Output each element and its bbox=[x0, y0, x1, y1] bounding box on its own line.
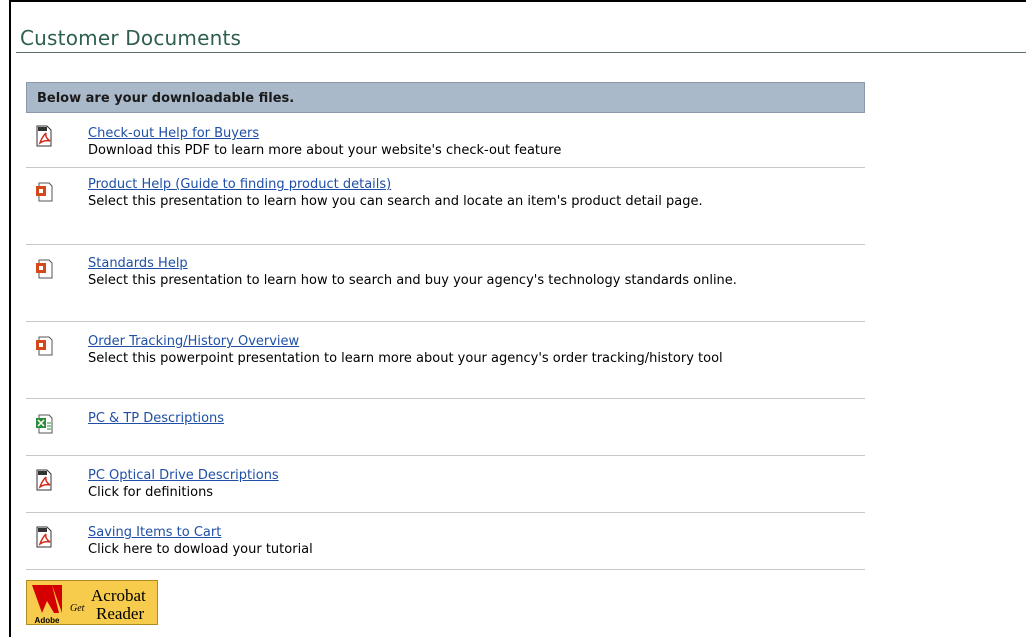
document-row: PC & TP Descriptions bbox=[26, 399, 865, 456]
document-link[interactable]: Check-out Help for Buyers bbox=[88, 125, 561, 142]
document-link[interactable]: Order Tracking/History Overview bbox=[88, 333, 768, 350]
document-description: Download this PDF to learn more about yo… bbox=[88, 143, 562, 158]
adobe-logo-icon bbox=[32, 585, 42, 613]
document-link[interactable]: Saving Items to Cart bbox=[88, 524, 313, 541]
excel-icon bbox=[34, 413, 54, 435]
document-row: Saving Items to Cart Click here to dowlo… bbox=[26, 513, 865, 570]
get-acrobat-reader-badge[interactable]: Adobe Get Acrobat Reader bbox=[26, 580, 158, 625]
powerpoint-icon bbox=[34, 335, 54, 357]
pdf-icon bbox=[34, 125, 54, 147]
pdf-icon bbox=[34, 526, 54, 548]
title-divider bbox=[16, 52, 1026, 53]
document-description: Click for definitions bbox=[88, 485, 214, 500]
powerpoint-icon bbox=[34, 181, 54, 203]
acrobat-label: Acrobat bbox=[91, 586, 146, 605]
document-description: Select this presentation to learn how to… bbox=[88, 273, 737, 288]
adobe-label: Adobe bbox=[35, 616, 60, 625]
document-description: Select this powerpoint presentation to l… bbox=[88, 351, 723, 366]
document-description: Click here to dowload your tutorial bbox=[88, 542, 313, 557]
document-description: Select this presentation to learn how yo… bbox=[88, 194, 703, 209]
downloads-panel: Below are your downloadable files. Check… bbox=[26, 82, 865, 570]
document-row: Product Help (Guide to finding product d… bbox=[26, 168, 865, 245]
document-row: Check-out Help for Buyers Download this … bbox=[26, 113, 865, 168]
document-link[interactable]: PC & TP Descriptions bbox=[88, 410, 224, 427]
get-label: Get bbox=[70, 603, 85, 614]
pdf-icon bbox=[34, 469, 54, 491]
document-link[interactable]: Product Help (Guide to finding product d… bbox=[88, 176, 828, 193]
document-row: PC Optical Drive Descriptions Click for … bbox=[26, 456, 865, 513]
reader-label: Reader bbox=[96, 604, 144, 623]
document-link[interactable]: PC Optical Drive Descriptions bbox=[88, 467, 279, 484]
window-frame-top bbox=[9, 0, 1026, 2]
document-link[interactable]: Standards Help bbox=[88, 255, 808, 272]
page-title: Customer Documents bbox=[20, 26, 242, 50]
panel-header: Below are your downloadable files. bbox=[26, 82, 865, 113]
powerpoint-icon bbox=[34, 258, 54, 280]
document-row: Order Tracking/History Overview Select t… bbox=[26, 322, 865, 399]
document-row: Standards Help Select this presentation … bbox=[26, 245, 865, 322]
window-frame-left bbox=[9, 0, 11, 637]
